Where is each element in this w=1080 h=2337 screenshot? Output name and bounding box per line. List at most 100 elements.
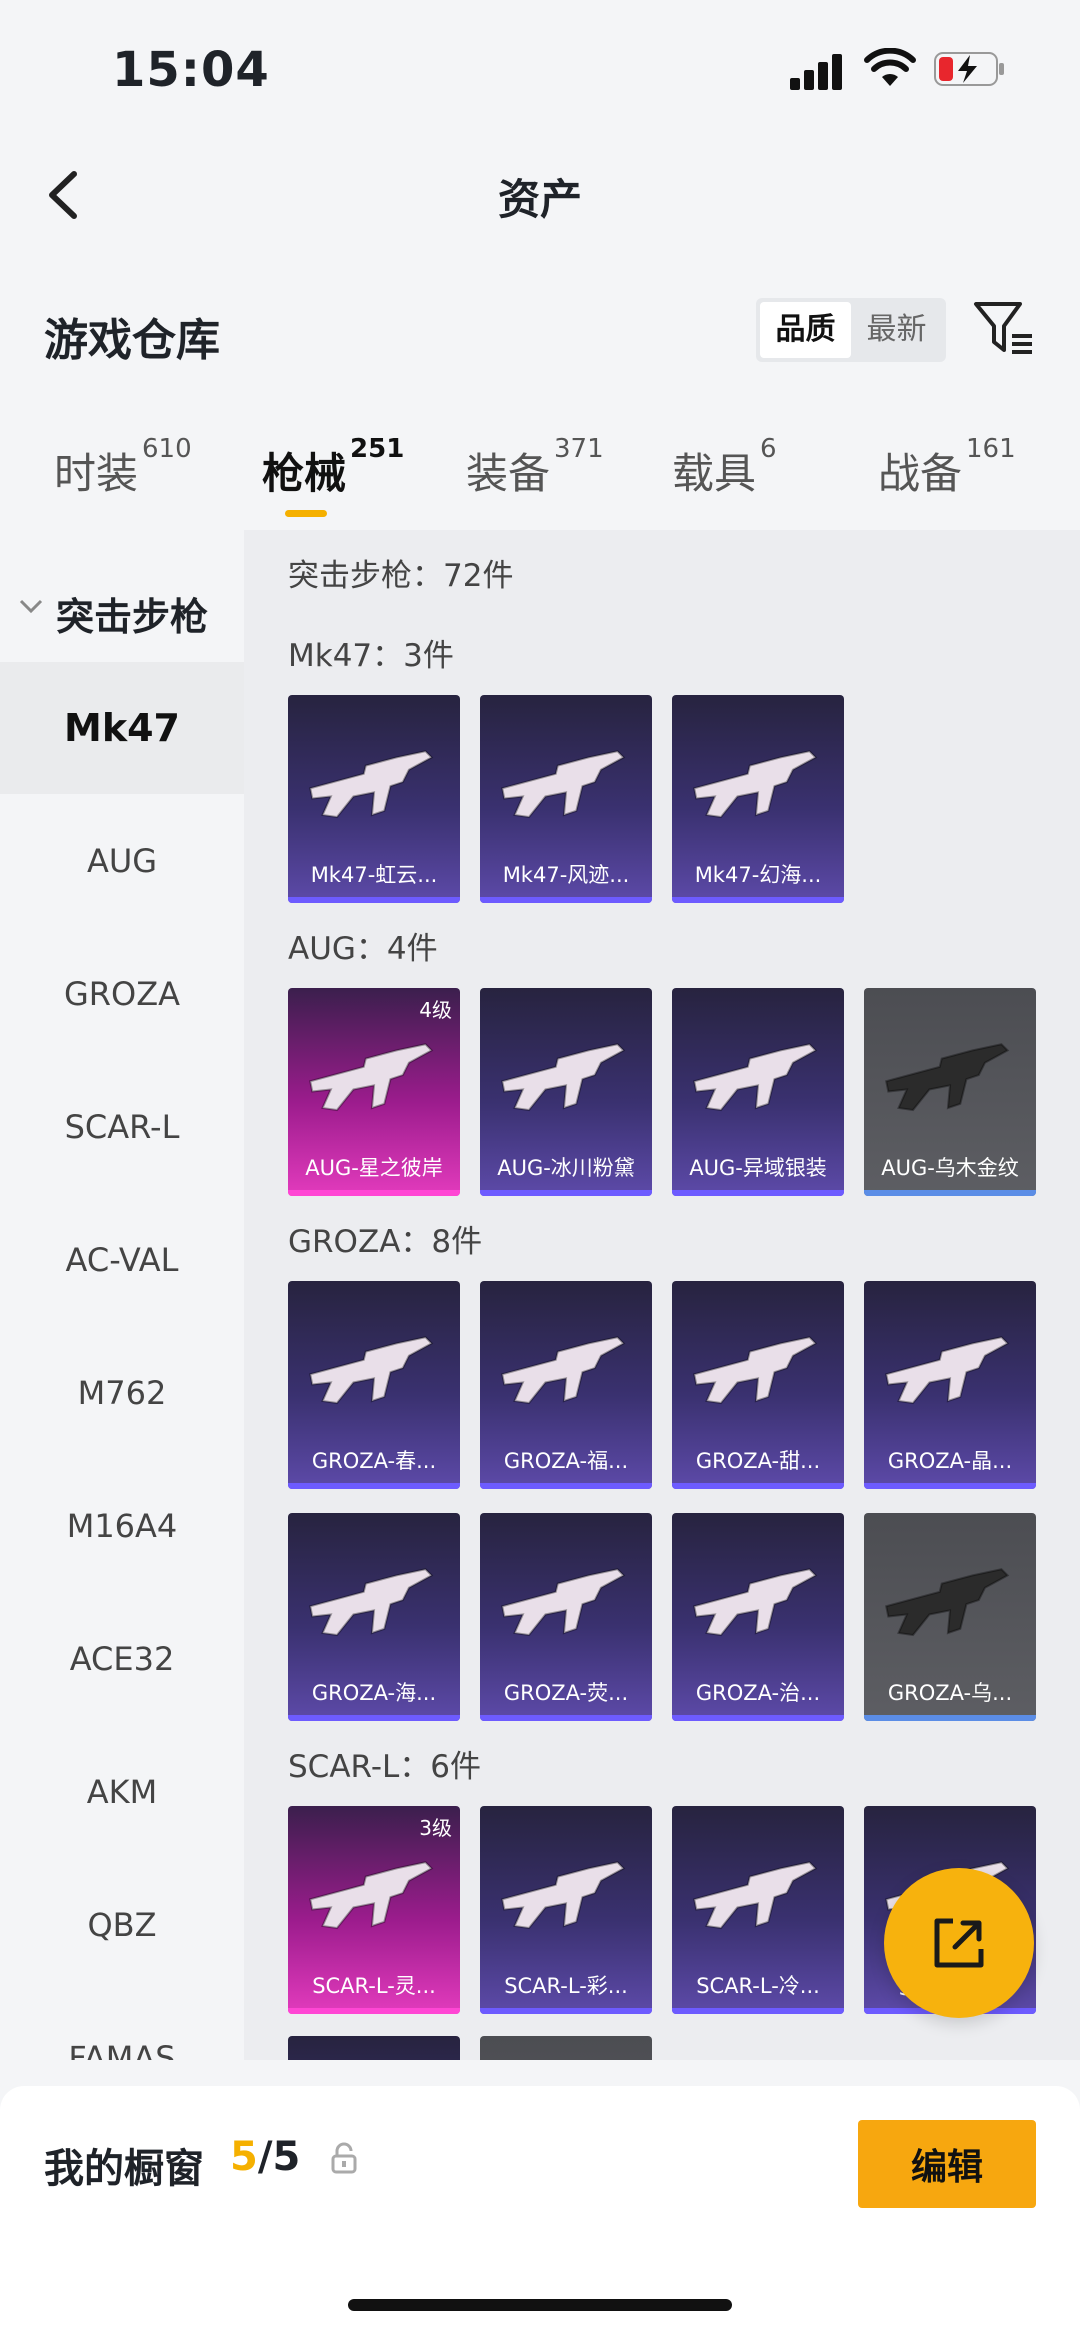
weapon-sidebar: 突击步枪 Mk47 AUG GROZA SCAR-L AC-VAL M762 M… bbox=[0, 530, 244, 2060]
skin-name: GROZA-乌... bbox=[887, 1681, 1013, 1705]
tab-count: 161 bbox=[966, 434, 1016, 464]
skin-name: GROZA-福... bbox=[503, 1449, 629, 1473]
weapon-image-icon bbox=[309, 1336, 434, 1405]
tab-count: 251 bbox=[350, 434, 405, 464]
weapon-skin-card[interactable]: GROZA-甜... bbox=[672, 1281, 844, 1489]
signal-icon bbox=[790, 52, 846, 90]
weapon-skin-card[interactable]: GROZA-乌... bbox=[864, 1513, 1036, 1721]
weapon-skin-card[interactable]: 3级 SCAR-L-灵... bbox=[288, 1806, 460, 2014]
rarity-bar bbox=[480, 2008, 652, 2014]
skin-name: Mk47-风迹... bbox=[502, 863, 630, 887]
rarity-bar bbox=[672, 2008, 844, 2014]
skin-name: Mk47-幻海... bbox=[694, 863, 822, 887]
showcase-total: /5 bbox=[257, 2134, 301, 2180]
weapon-skin-card[interactable]: GROZA-福... bbox=[480, 1281, 652, 1489]
weapon-image-icon bbox=[309, 1568, 434, 1637]
tab-weapons[interactable]: 枪械 251 bbox=[262, 434, 404, 501]
warehouse-title: 游戏仓库 bbox=[44, 315, 220, 366]
sidebar-item-scar-l[interactable]: SCAR-L bbox=[0, 1061, 244, 1193]
sort-latest-button[interactable]: 最新 bbox=[851, 302, 942, 358]
weapon-skin-card[interactable]: Mk47-风迹... bbox=[480, 695, 652, 903]
tab-count: 610 bbox=[142, 434, 192, 464]
weapon-image-icon bbox=[309, 1043, 434, 1112]
tab-count: 371 bbox=[554, 434, 604, 464]
weapon-image-icon bbox=[501, 1336, 626, 1405]
tab-label: 载具 bbox=[672, 449, 757, 498]
status-bar: 15:04 bbox=[0, 0, 1080, 140]
skin-name: GROZA-荧... bbox=[503, 1681, 629, 1705]
share-fab-button[interactable] bbox=[884, 1868, 1034, 2018]
weapon-image-icon bbox=[885, 1568, 1010, 1637]
warehouse-row: 游戏仓库 品质 最新 bbox=[0, 280, 1080, 380]
weapon-image-icon bbox=[309, 750, 434, 819]
weapon-image-icon bbox=[501, 1861, 626, 1930]
rarity-bar bbox=[480, 1190, 652, 1196]
weapon-skin-card[interactable]: AUG-异域银装 bbox=[672, 988, 844, 1196]
rarity-bar bbox=[288, 2008, 460, 2014]
weapon-image-icon bbox=[501, 1568, 626, 1637]
weapon-skin-card[interactable]: GROZA-治... bbox=[672, 1513, 844, 1721]
section-header: Mk47：3件 bbox=[288, 638, 454, 674]
status-time: 15:04 bbox=[112, 42, 270, 98]
skin-name: GROZA-甜... bbox=[695, 1449, 821, 1473]
tab-vehicles[interactable]: 载具 6 bbox=[672, 434, 777, 501]
showcase-label: 我的橱窗 bbox=[44, 2146, 204, 2192]
nav-header: 资产 bbox=[0, 140, 1080, 250]
weapon-grid: 突击步枪：72件 Mk47：3件 Mk47-虹云... Mk47-风迹... Mk47… bbox=[244, 530, 1080, 2060]
weapon-skin-card[interactable]: SCAR-L-彩... bbox=[480, 1806, 652, 2014]
tab-label: 时装 bbox=[54, 449, 139, 498]
weapon-skin-card[interactable]: GROZA-春... bbox=[288, 1281, 460, 1489]
weapon-skin-card[interactable]: GROZA-荧... bbox=[480, 1513, 652, 1721]
weapon-skin-card[interactable]: Mk47-虹云... bbox=[288, 695, 460, 903]
tab-equipment[interactable]: 装备 371 bbox=[466, 434, 604, 501]
section-header: GROZA：8件 bbox=[288, 1224, 483, 1260]
filter-icon[interactable] bbox=[972, 296, 1036, 360]
rarity-bar bbox=[480, 1483, 652, 1489]
sidebar-item-m16a4[interactable]: M16A4 bbox=[0, 1460, 244, 1592]
skin-level-badge: 3级 bbox=[419, 1816, 452, 1840]
skin-name: SCAR-L-冷... bbox=[696, 1974, 820, 1998]
tab-gear[interactable]: 战备 161 bbox=[878, 434, 1016, 501]
weapon-skin-card[interactable]: AUG-乌木金纹 bbox=[864, 988, 1036, 1196]
rarity-bar bbox=[864, 1483, 1036, 1489]
weapon-skin-card[interactable]: AUG-冰川粉黛 bbox=[480, 988, 652, 1196]
skin-name: SCAR-L-灵... bbox=[312, 1974, 436, 1998]
wifi-icon bbox=[864, 48, 916, 86]
weapon-skin-card[interactable]: 4级 AUG-星之彼岸 bbox=[288, 988, 460, 1196]
sidebar-item-qbz[interactable]: QBZ bbox=[0, 1859, 244, 1991]
weapon-image-icon bbox=[885, 1043, 1010, 1112]
weapon-image-icon bbox=[693, 1043, 818, 1112]
weapon-image-icon bbox=[693, 1861, 818, 1930]
rarity-bar bbox=[288, 897, 460, 903]
skin-name: GROZA-春... bbox=[311, 1449, 437, 1473]
weapon-skin-card[interactable] bbox=[288, 2036, 460, 2060]
skin-name: Mk47-虹云... bbox=[310, 863, 438, 887]
page-title: 资产 bbox=[497, 175, 582, 224]
sidebar-item-ace32[interactable]: ACE32 bbox=[0, 1593, 244, 1725]
tab-label: 战备 bbox=[878, 449, 963, 498]
sidebar-item-akm[interactable]: AKM bbox=[0, 1726, 244, 1858]
sidebar-item-famas[interactable]: FAMAS bbox=[0, 1992, 244, 2060]
skin-name: AUG-乌木金纹 bbox=[881, 1156, 1019, 1180]
sidebar-item-ac-val[interactable]: AC-VAL bbox=[0, 1194, 244, 1326]
edit-button[interactable]: 编辑 bbox=[858, 2120, 1036, 2208]
rarity-bar bbox=[864, 1190, 1036, 1196]
weapon-skin-card[interactable]: Mk47-幻海... bbox=[672, 695, 844, 903]
sort-quality-button[interactable]: 品质 bbox=[760, 302, 851, 358]
weapon-image-icon bbox=[885, 1336, 1010, 1405]
sidebar-item-mk47[interactable]: Mk47 bbox=[0, 662, 244, 794]
weapon-skin-card[interactable] bbox=[480, 2036, 652, 2060]
tab-label: 装备 bbox=[466, 449, 551, 498]
skin-name: GROZA-海... bbox=[311, 1681, 437, 1705]
weapon-skin-card[interactable]: GROZA-海... bbox=[288, 1513, 460, 1721]
rarity-bar bbox=[480, 1715, 652, 1721]
sidebar-item-aug[interactable]: AUG bbox=[0, 795, 244, 927]
sidebar-group-assault-rifles[interactable]: 突击步枪 bbox=[0, 570, 244, 650]
rarity-bar bbox=[288, 1715, 460, 1721]
sidebar-item-groza[interactable]: GROZA bbox=[0, 928, 244, 1060]
sidebar-item-m762[interactable]: M762 bbox=[0, 1327, 244, 1459]
weapon-skin-card[interactable]: SCAR-L-冷... bbox=[672, 1806, 844, 2014]
home-indicator bbox=[348, 2299, 732, 2311]
weapon-skin-card[interactable]: GROZA-晶... bbox=[864, 1281, 1036, 1489]
tab-outfits[interactable]: 时装 610 bbox=[54, 434, 192, 501]
